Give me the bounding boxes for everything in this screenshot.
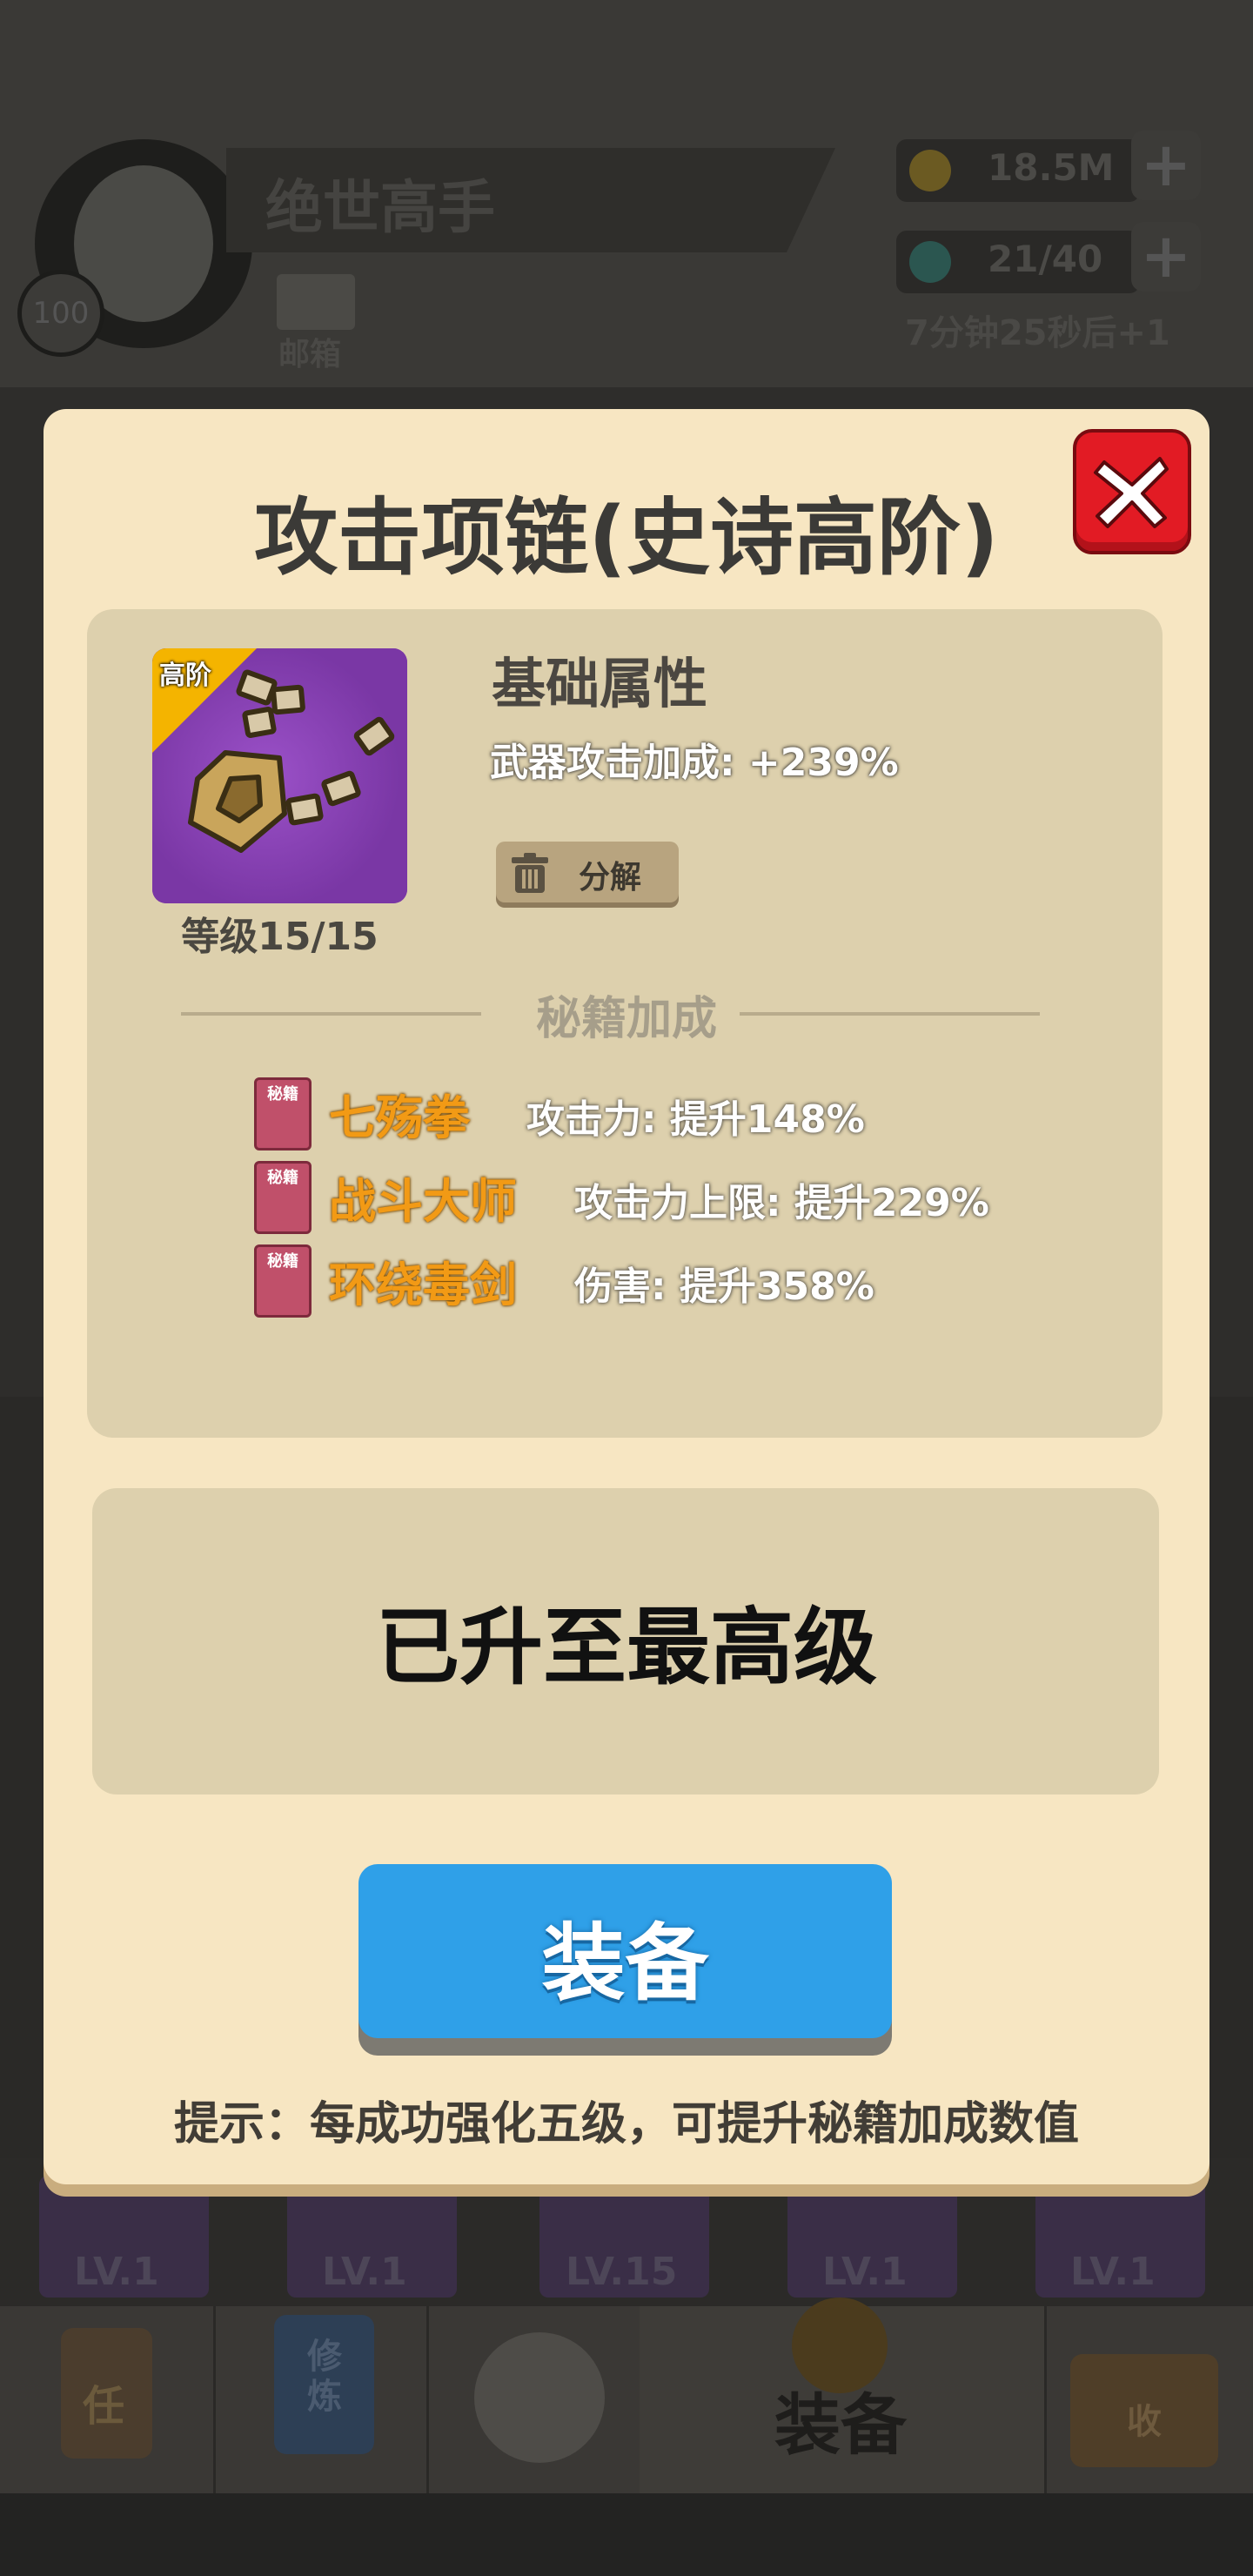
- skill-name: 战斗大师: [329, 1174, 517, 1229]
- energy-amount: 21/40: [988, 238, 1103, 280]
- energy-drop-icon: [909, 241, 951, 283]
- skill-effect: 伤害: 提升358%: [574, 1265, 874, 1309]
- close-icon: [1094, 457, 1169, 528]
- add-gold-button[interactable]: +: [1131, 131, 1201, 200]
- mail-label[interactable]: 邮箱: [278, 329, 341, 374]
- rank-badge-label: 高阶: [159, 661, 211, 691]
- skill-book-icon: 秘籍: [254, 1244, 312, 1318]
- mail-icon[interactable]: [277, 274, 355, 330]
- equip-button-label: 装备: [541, 1915, 709, 2012]
- equipment-slot-level: LV.1: [322, 2250, 407, 2294]
- item-level: 等级15/15: [181, 915, 379, 959]
- equipment-slot-level: LV.1: [1070, 2250, 1156, 2294]
- nav-tab-training-label: 修炼: [307, 2337, 342, 2417]
- skill-book-icon: 秘籍: [254, 1077, 312, 1150]
- nav-tab-training[interactable]: 修炼: [213, 2306, 429, 2493]
- equipment-slot-level: LV.15: [566, 2250, 678, 2294]
- equip-button[interactable]: 装备: [358, 1864, 892, 2038]
- divider-left: [181, 1012, 481, 1016]
- add-energy-button[interactable]: +: [1131, 222, 1201, 292]
- equipment-slot-level: LV.1: [74, 2250, 159, 2294]
- close-button[interactable]: [1073, 429, 1191, 554]
- player-name: 绝世高手: [265, 174, 495, 241]
- nav-tab-equipment-label: 装备: [774, 2386, 907, 2464]
- equipment-slot-level: LV.1: [822, 2250, 908, 2294]
- gold-amount: 18.5M: [988, 146, 1115, 189]
- skill-name: 环绕毒剑: [329, 1258, 517, 1312]
- base-stat: 武器攻击加成: +239%: [490, 741, 899, 785]
- decompose-label: 分解: [579, 860, 642, 896]
- decompose-button[interactable]: 分解: [496, 842, 679, 902]
- item-portrait: 高阶: [152, 648, 407, 903]
- dialog-title: 攻击项链(史诗高阶): [254, 489, 999, 587]
- nav-tab-task[interactable]: 任: [0, 2306, 216, 2493]
- nav-tab-collection[interactable]: 收: [1044, 2306, 1253, 2493]
- nav-tab-task-label: 任: [83, 2382, 125, 2431]
- system-footer: [0, 2493, 1253, 2576]
- skill-name: 七殇拳: [329, 1090, 470, 1145]
- skill-effect: 攻击力: 提升148%: [526, 1097, 865, 1142]
- hint-text: 提示：每成功强化五级，可提升秘籍加成数值: [173, 2098, 1079, 2150]
- player-level-badge: 100: [17, 270, 104, 357]
- skill-effect: 攻击力上限: 提升229%: [574, 1181, 989, 1225]
- divider-right: [740, 1012, 1040, 1016]
- energy-timer: 7分钟25秒后+1: [905, 313, 1170, 353]
- max-level-text: 已升至最高级: [376, 1599, 877, 1696]
- nav-tab-collection-label: 收: [1127, 2402, 1162, 2442]
- base-attributes-title: 基础属性: [492, 652, 708, 715]
- skill-book-icon: 秘籍: [254, 1161, 312, 1234]
- gold-coin-icon: [909, 150, 951, 191]
- crossed-swords-icon: [474, 2332, 605, 2463]
- trash-icon: [512, 853, 548, 893]
- nav-tab-battle[interactable]: [426, 2306, 642, 2493]
